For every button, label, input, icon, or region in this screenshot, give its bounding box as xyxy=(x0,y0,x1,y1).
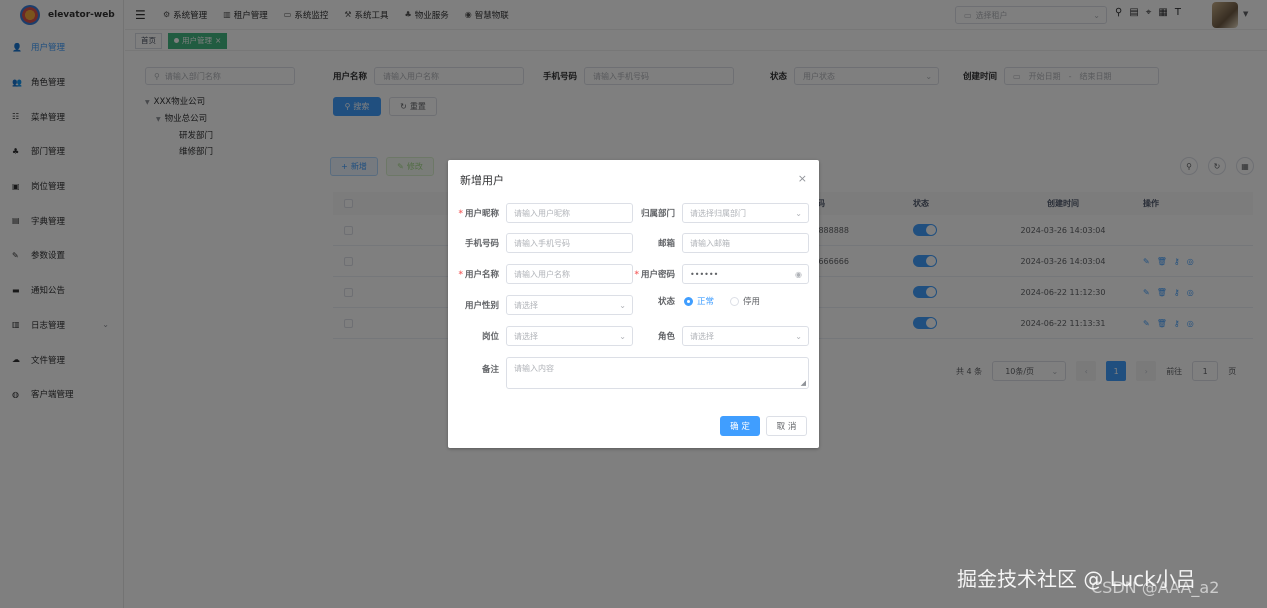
field-dept: 归属部门 请选择归属部门 ⌄ xyxy=(630,203,809,223)
status-label: 状态 xyxy=(657,297,675,307)
role-label: 角色 xyxy=(657,332,675,342)
post-placeholder: 请选择 xyxy=(514,331,538,341)
chevron-down-icon: ⌄ xyxy=(795,331,802,341)
username-label-text: 用户名称 xyxy=(464,270,499,280)
field-email: 邮箱 请输入邮箱 xyxy=(630,233,809,253)
post-select[interactable]: 请选择 ⌄ xyxy=(506,326,633,346)
nickname-label-text: 用户昵称 xyxy=(464,209,499,219)
chevron-down-icon: ⌄ xyxy=(619,300,626,310)
field-username: * 用户名称 请输入用户名称 xyxy=(454,264,633,284)
resize-grip-icon[interactable]: ◢ xyxy=(801,379,806,387)
chevron-down-icon: ⌄ xyxy=(619,331,626,341)
phone-label: 手机号码 xyxy=(464,239,499,249)
field-nickname: * 用户昵称 请输入用户昵称 xyxy=(454,203,633,223)
required-mark: * xyxy=(458,270,463,280)
close-icon[interactable]: × xyxy=(798,172,807,185)
required-mark: * xyxy=(634,270,639,280)
password-label-text: 用户密码 xyxy=(640,270,675,280)
dialog-title: 新增用户 xyxy=(460,174,504,187)
eye-icon[interactable]: ◉ xyxy=(795,270,802,279)
email-label: 邮箱 xyxy=(657,239,675,249)
password-input[interactable]: •••••• ◉ xyxy=(682,264,809,284)
status-radio-group: 正常 停用 xyxy=(682,295,760,307)
dept-placeholder: 请选择归属部门 xyxy=(690,208,746,218)
dept-select[interactable]: 请选择归属部门 ⌄ xyxy=(682,203,809,223)
post-label: 岗位 xyxy=(481,332,499,342)
dept-label: 归属部门 xyxy=(640,209,675,219)
phone-input[interactable]: 请输入手机号码 xyxy=(506,233,633,253)
watermark-sub: CSDN @AAA_a2 xyxy=(1091,578,1220,597)
radio-checked-icon xyxy=(684,296,693,306)
add-user-dialog: 新增用户 × * 用户昵称 请输入用户昵称 归属部门 请选择归属部门 ⌄ 手机号码… xyxy=(448,160,819,448)
password-label: * 用户密码 xyxy=(630,268,682,280)
status-normal-label: 正常 xyxy=(697,297,715,307)
field-password: * 用户密码 •••••• ◉ xyxy=(630,264,809,284)
password-value: •••••• xyxy=(690,269,719,279)
chevron-down-icon: ⌄ xyxy=(795,208,802,218)
field-gender: 用户性别 请选择 ⌄ xyxy=(454,295,633,315)
status-radio-normal[interactable]: 正常 xyxy=(684,295,714,307)
status-radio-disabled[interactable]: 停用 xyxy=(730,295,760,307)
gender-select[interactable]: 请选择 ⌄ xyxy=(506,295,633,315)
confirm-button[interactable]: 确 定 xyxy=(720,416,760,436)
nickname-input[interactable]: 请输入用户昵称 xyxy=(506,203,633,223)
username-input[interactable]: 请输入用户名称 xyxy=(506,264,633,284)
field-phone: 手机号码 请输入手机号码 xyxy=(454,233,633,253)
username-label: * 用户名称 xyxy=(454,268,506,280)
gender-placeholder: 请选择 xyxy=(514,300,538,310)
role-select[interactable]: 请选择 ⌄ xyxy=(682,326,809,346)
status-disabled-label: 停用 xyxy=(743,297,761,307)
role-placeholder: 请选择 xyxy=(690,331,714,341)
email-input[interactable]: 请输入邮箱 xyxy=(682,233,809,253)
remark-placeholder: 请输入内容 xyxy=(514,364,554,373)
field-remark: 备注 请输入内容 ◢ xyxy=(454,357,809,389)
required-mark: * xyxy=(458,209,463,219)
remark-textarea[interactable]: 请输入内容 ◢ xyxy=(506,357,809,389)
field-role: 角色 请选择 ⌄ xyxy=(630,326,809,346)
nickname-label: * 用户昵称 xyxy=(454,207,506,219)
radio-icon xyxy=(730,296,740,306)
remark-label: 备注 xyxy=(481,365,499,375)
field-status: 状态 正常 停用 xyxy=(630,295,760,307)
cancel-button[interactable]: 取 消 xyxy=(766,416,807,436)
field-post: 岗位 请选择 ⌄ xyxy=(454,326,633,346)
gender-label: 用户性别 xyxy=(464,301,499,311)
